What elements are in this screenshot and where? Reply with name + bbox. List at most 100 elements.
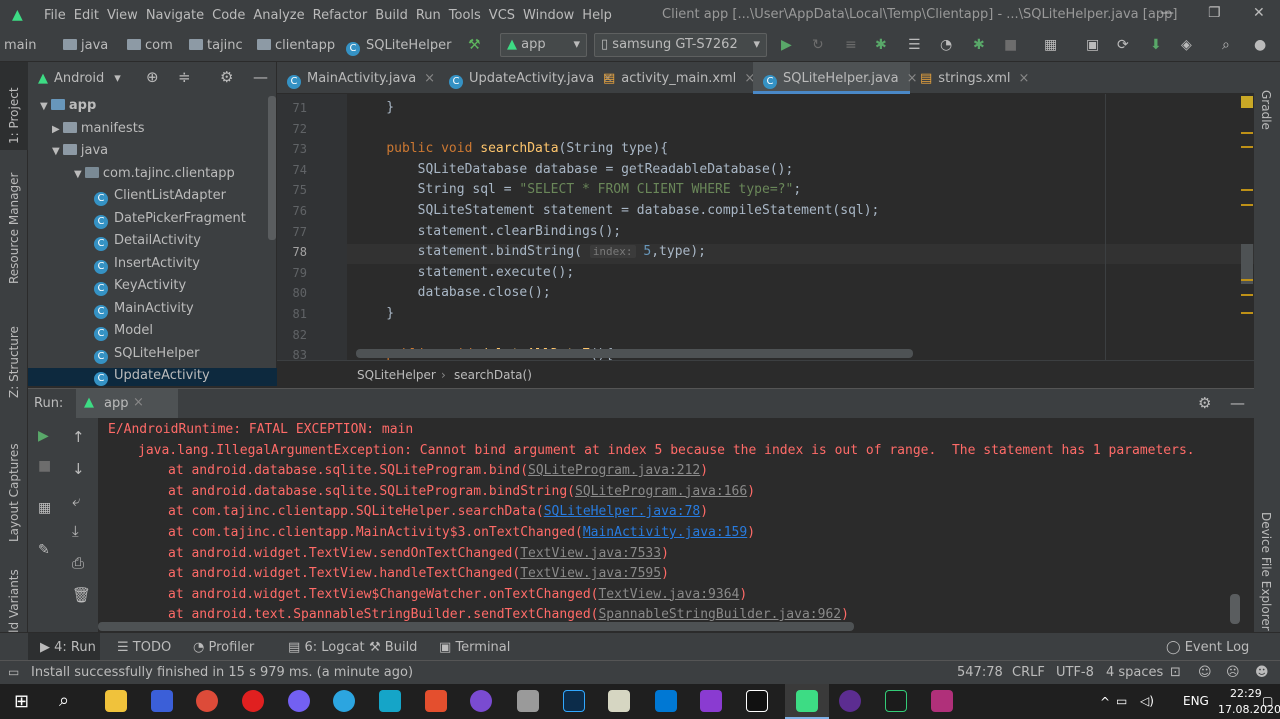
tool-todo[interactable]: ☰ TODO	[117, 640, 171, 655]
stack-trace-link[interactable]: SQLiteHelper.java:78	[544, 504, 701, 519]
breadcrumb-class[interactable]: SQLiteHelper	[357, 368, 436, 382]
viber-icon[interactable]	[288, 690, 310, 712]
tool-run[interactable]: ▶ 4: Run	[40, 640, 96, 655]
breadcrumb-clientapp[interactable]: clientapp	[257, 38, 335, 53]
image-app-icon[interactable]	[931, 690, 953, 712]
tab-activity-main-xml[interactable]: ▤ activity_main.xml ×	[593, 62, 755, 94]
database-icon[interactable]	[517, 690, 539, 712]
record-icon[interactable]	[242, 690, 264, 712]
profile-icon[interactable]: ☰	[908, 36, 921, 54]
stripe-mark[interactable]	[1241, 294, 1253, 296]
tool-profiler[interactable]: ◔ Profiler	[193, 640, 254, 655]
tool-resource-manager[interactable]: Resource Manager	[7, 173, 21, 284]
line-number[interactable]: 76	[277, 204, 307, 218]
stack-trace-link[interactable]: TextView.java:9364	[598, 587, 739, 602]
breadcrumb-com[interactable]: com	[127, 38, 173, 53]
avd-manager-icon[interactable]: ▣	[1086, 36, 1099, 54]
stripe-mark[interactable]	[1241, 204, 1253, 206]
line-number[interactable]: 73	[277, 142, 307, 156]
hide-panel-icon[interactable]: —	[1230, 394, 1245, 412]
locate-icon[interactable]: ⊕	[146, 68, 159, 86]
tree-item-sqlitehelper[interactable]: C SQLiteHelper	[94, 346, 199, 364]
clock-time[interactable]: 22:29	[1230, 687, 1262, 700]
tool-project[interactable]: 1: Project	[7, 87, 21, 144]
tree-item-java[interactable]: ▼ java	[52, 143, 108, 158]
code-editor[interactable]: 71 } 72 73 public void searchData(String t…	[277, 94, 1254, 360]
search-icon[interactable]: ⌕	[1222, 36, 1230, 54]
run-tab-app[interactable]: ▲ app ×	[76, 389, 178, 419]
tree-item-model[interactable]: C Model	[94, 323, 153, 341]
sync-gradle-icon[interactable]: ⟳	[1117, 36, 1129, 54]
tree-item-datepickerfragment[interactable]: C DatePickerFragment	[94, 211, 246, 229]
telegram-icon[interactable]	[333, 690, 355, 712]
collapse-arrow-icon[interactable]: ▼	[74, 169, 85, 180]
breadcrumb-main[interactable]: main	[4, 38, 36, 53]
stripe-mark[interactable]	[1241, 189, 1253, 191]
code-line[interactable]: SQLiteStatement statement = database.com…	[355, 203, 880, 218]
code-line[interactable]: public void searchData(String type){	[355, 141, 668, 156]
search-icon[interactable]: ⌕	[59, 690, 69, 711]
jetbrains-icon[interactable]	[746, 690, 768, 712]
stack-trace-link[interactable]: MainActivity.java:159	[583, 525, 747, 540]
line-number[interactable]: 82	[277, 328, 307, 342]
stripe-mark[interactable]	[1241, 146, 1253, 148]
menu-file[interactable]: File	[44, 8, 66, 23]
breadcrumb-sqlitehelper[interactable]: C SQLiteHelper	[346, 38, 451, 56]
stripe-mark[interactable]	[1241, 132, 1253, 134]
volume-icon[interactable]: ◁)	[1140, 694, 1154, 708]
vscode-icon[interactable]	[655, 690, 677, 712]
file-encoding[interactable]: UTF-8	[1056, 665, 1094, 680]
android-studio-icon[interactable]	[796, 690, 818, 712]
stack-trace-link[interactable]: TextView.java:7533	[520, 546, 661, 561]
device-select[interactable]: ▯ samsung GT-S7262 ▾	[594, 33, 767, 57]
tab-updateactivity[interactable]: C UpdateActivity.java ×	[439, 62, 613, 94]
console-v-scrollbar[interactable]	[1230, 594, 1240, 624]
smile-icon[interactable]: ☺	[1198, 665, 1212, 680]
chevron-up-icon[interactable]: ^	[1100, 695, 1110, 709]
trash-icon[interactable]: 🗑	[72, 586, 91, 604]
menu-tools[interactable]: Tools	[449, 8, 481, 23]
visual-studio-icon[interactable]	[700, 690, 722, 712]
collapse-all-icon[interactable]: ≑	[178, 68, 191, 86]
code-line[interactable]: statement.bindString( index: 5,type);	[355, 244, 706, 259]
tab-sqlitehelper[interactable]: C SQLiteHelper.java ×	[753, 62, 918, 94]
file-explorer-icon[interactable]	[105, 690, 127, 712]
breadcrumb-tajinc[interactable]: tajinc	[189, 38, 243, 53]
tool-build[interactable]: ⚒ Build	[369, 640, 417, 655]
project-scrollbar[interactable]	[268, 96, 276, 240]
tree-item-keyactivity[interactable]: C KeyActivity	[94, 278, 186, 296]
apply-code-changes-icon[interactable]: ≡	[845, 36, 857, 54]
save-disk-icon[interactable]	[151, 690, 173, 712]
indent-setting[interactable]: 4 spaces	[1106, 665, 1163, 680]
menu-edit[interactable]: Edit	[74, 8, 99, 23]
tab-mainactivity[interactable]: C MainActivity.java ×	[277, 62, 439, 94]
menu-code[interactable]: Code	[212, 8, 245, 23]
apply-changes-icon[interactable]: ↻	[812, 36, 824, 54]
menu-view[interactable]: View	[107, 8, 138, 23]
code-line[interactable]: }	[355, 100, 394, 115]
stack-trace-link[interactable]: TextView.java:7595	[520, 566, 661, 581]
chrome-icon[interactable]	[196, 690, 218, 712]
close-tab-icon[interactable]: ×	[424, 71, 435, 86]
collapse-arrow-icon[interactable]: ▼	[52, 146, 63, 157]
face-icon[interactable]: ☻	[1255, 665, 1269, 680]
code-line[interactable]: SQLiteDatabase database = getReadableDat…	[355, 162, 794, 177]
breadcrumb-java[interactable]: java	[63, 38, 108, 53]
gear-icon[interactable]: ⚙	[1198, 394, 1211, 412]
console-h-scrollbar[interactable]	[98, 622, 854, 631]
tool-logcat[interactable]: ▤ 6: Logcat	[288, 640, 365, 655]
notepad-icon[interactable]	[608, 690, 630, 712]
run-icon[interactable]: ▶	[781, 36, 792, 54]
scroll-to-end-icon[interactable]: ⤓	[72, 522, 79, 540]
stack-trace-link[interactable]: SQLiteProgram.java:166	[575, 484, 747, 499]
line-number[interactable]: 75	[277, 183, 307, 197]
tool-layout-captures[interactable]: Layout Captures	[7, 443, 21, 542]
menu-navigate[interactable]: Navigate	[146, 8, 204, 23]
tree-item-com-tajinc-clientapp[interactable]: ▼ com.tajinc.clientapp	[74, 166, 235, 181]
code-line[interactable]: statement.execute();	[355, 265, 575, 280]
status-toggle-icon[interactable]: ▭	[8, 665, 19, 679]
photoshop-icon[interactable]	[563, 690, 585, 712]
stack-trace-link[interactable]: SQLiteProgram.java:212	[528, 463, 700, 478]
tree-item-updateactivity[interactable]: C UpdateActivity	[28, 368, 277, 386]
debug-icon[interactable]: ✱	[875, 36, 887, 54]
